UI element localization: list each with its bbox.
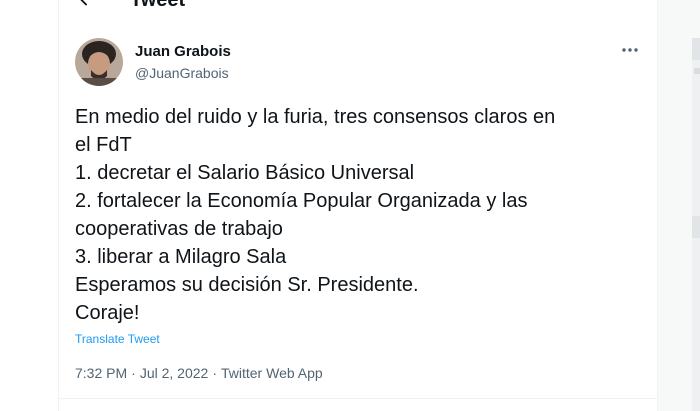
- tweet-line: 2. fortalecer la Economía Popular Organi…: [75, 190, 528, 212]
- panel-block: [692, 38, 700, 60]
- author-name[interactable]: Juan Grabois: [135, 43, 231, 61]
- translate-tweet-link[interactable]: Translate Tweet: [75, 331, 160, 347]
- right-edge-panel: [692, 38, 700, 411]
- tweet-line: 3. liberar a Milagro Sala: [75, 246, 287, 268]
- tweet-line: Esperamos su decisión Sr. Presidente.: [75, 274, 419, 296]
- left-sidebar: [0, 0, 59, 411]
- panel-block: [692, 216, 700, 238]
- tweet-date[interactable]: Jul 2, 2022: [140, 365, 209, 381]
- meta-separator: ·: [131, 365, 136, 381]
- panel-block: [694, 68, 700, 74]
- tweet-line: Coraje!: [75, 302, 140, 324]
- tweet-line: 1. decretar el Salario Básico Universal: [75, 162, 415, 184]
- more-horizontal-icon[interactable]: [618, 40, 642, 60]
- meta-separator: ·: [212, 365, 217, 381]
- divider: [58, 398, 657, 399]
- tweet-source[interactable]: Twitter Web App: [221, 365, 323, 381]
- tweet-header: Tweet: [58, 0, 657, 22]
- arrow-left-icon[interactable]: [76, 0, 98, 10]
- tweet-page: Tweet Juan Grabois @JuanGrabois En medio…: [0, 0, 700, 411]
- tweet-text: En medio del ruido y la furia, tres cons…: [75, 103, 645, 327]
- tweet-line: cooperativas de trabajo: [75, 218, 283, 240]
- page-title: Tweet: [130, 0, 186, 11]
- tweet-metadata: 7:32 PM · Jul 2, 2022 · Twitter Web App: [75, 364, 323, 382]
- tweet-time[interactable]: 7:32 PM: [75, 365, 127, 381]
- tweet-line: el FdT: [75, 134, 132, 156]
- tweet-line: En medio del ruido y la furia, tres cons…: [75, 106, 556, 128]
- author-handle[interactable]: @JuanGrabois: [135, 64, 229, 82]
- avatar[interactable]: [75, 38, 123, 86]
